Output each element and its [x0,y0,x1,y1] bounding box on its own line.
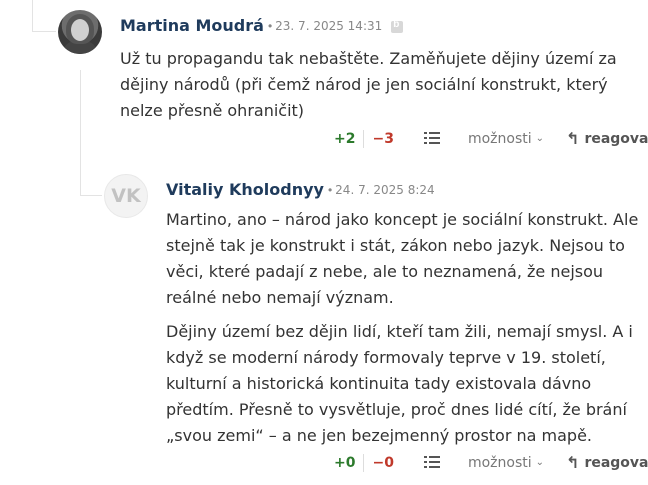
edit-icon[interactable] [391,19,404,33]
list-icon[interactable] [423,455,440,471]
avatar[interactable] [58,10,102,54]
comment-text: Martino, ano – národ jako koncept je soc… [166,207,642,449]
thread-line [32,31,56,32]
comment-header: Vitaliy Kholodnyy • 24. 7. 2025 8:24 [166,180,435,199]
vote-divider [363,453,365,472]
comment-paragraph: Dějiny území bez dějin lidí, kteří tam ž… [166,322,633,445]
vote-up-button[interactable]: +0 [334,455,355,471]
author-name[interactable]: Martina Moudrá [120,16,264,35]
comment-actions: +0 −0 možnosti ⌄ ↰ reagovat [334,453,648,472]
options-dropdown[interactable]: možnosti ⌄ [468,131,544,147]
comment-actions: +2 −3 možnosti ⌄ ↰ reagovat [334,129,648,148]
avatar[interactable]: VK [104,174,148,218]
thread-line [32,0,33,32]
reply-icon: ↰ [566,129,580,148]
reply-button[interactable]: ↰ reagovat [566,453,648,472]
separator-dot: • [327,182,333,197]
chevron-down-icon: ⌄ [535,457,545,468]
comment-header: Martina Moudrá • 23. 7. 2025 14:31 [120,16,404,35]
options-label: možnosti [467,130,532,147]
thread-line [80,70,81,196]
vote-divider [363,129,365,148]
options-label: možnosti [467,454,532,471]
separator-dot: • [267,18,273,33]
vote-down-button[interactable]: −3 [372,131,393,147]
reply-label: reagovat [584,454,648,471]
chevron-down-icon: ⌄ [535,133,545,144]
comment-date: 24. 7. 2025 8:24 [335,182,435,197]
comment-paragraph: Už tu propagandu tak nebaštěte. Zaměňuje… [120,49,617,120]
comment-paragraph: Martino, ano – národ jako koncept je soc… [166,210,639,307]
comment-text: Už tu propagandu tak nebaštěte. Zaměňuje… [120,46,640,124]
options-dropdown[interactable]: možnosti ⌄ [468,455,544,471]
comment-date: 23. 7. 2025 14:31 [275,18,383,33]
vote-up-button[interactable]: +2 [334,131,355,147]
list-icon[interactable] [423,131,440,147]
vote-down-button[interactable]: −0 [372,455,393,471]
thread-line [80,195,102,196]
reply-icon: ↰ [566,453,580,472]
reply-button[interactable]: ↰ reagovat [566,129,648,148]
reply-label: reagovat [584,130,648,147]
author-name[interactable]: Vitaliy Kholodnyy [166,180,324,199]
